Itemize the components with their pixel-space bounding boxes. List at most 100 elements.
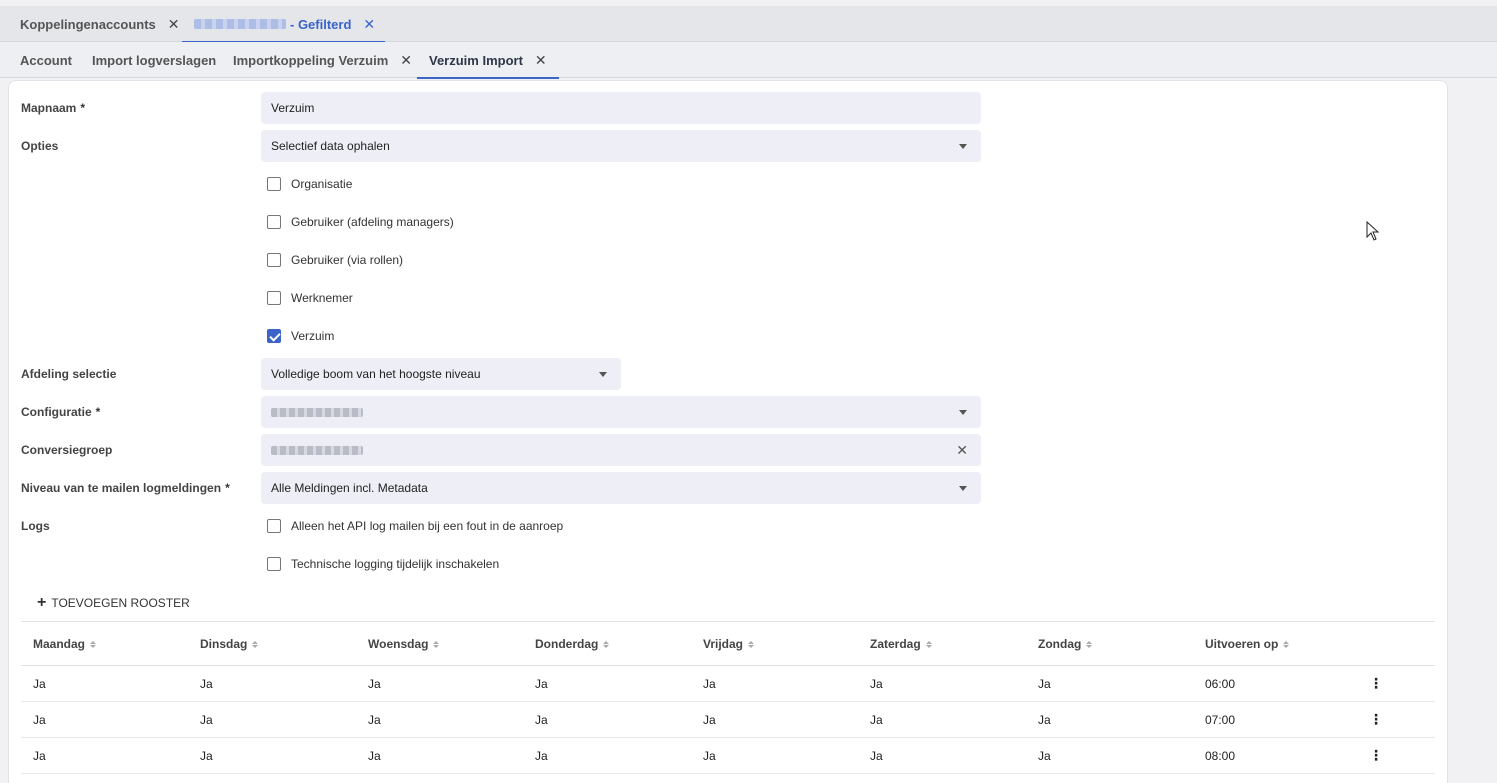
conversiegroep-select[interactable]: ✕	[261, 434, 981, 466]
mapnaam-label: Mapnaam *	[21, 92, 85, 124]
opties-label: Opties	[21, 130, 58, 162]
chevron-down-icon	[959, 410, 967, 415]
checkbox-box[interactable]	[267, 253, 281, 267]
redacted-value	[271, 407, 363, 417]
more-vertical-icon[interactable]: ⋮	[1369, 675, 1383, 691]
header-label: Dinsdag	[200, 636, 248, 651]
configuratie-select[interactable]	[261, 396, 981, 428]
required-marker: *	[95, 405, 101, 419]
close-icon[interactable]: ✕	[363, 16, 375, 33]
label-text: Afdeling selectie	[21, 367, 117, 381]
table-cell: Ja	[356, 665, 523, 702]
required-marker: *	[80, 101, 86, 115]
table-cell: Ja	[1026, 665, 1193, 702]
more-vertical-icon[interactable]: ⋮	[1369, 711, 1383, 727]
redacted-name	[194, 19, 286, 29]
tab-koppelingenaccounts[interactable]: Koppelingenaccounts ✕	[20, 6, 180, 42]
checkbox-box[interactable]	[267, 291, 281, 305]
table-cell: 06:00	[1193, 665, 1369, 702]
mouse-cursor-icon	[1366, 221, 1380, 241]
table-cell: Ja	[523, 737, 691, 774]
table-row[interactable]: Ja Ja Ja Ja Ja Ja Ja 07:00 ⋮	[21, 701, 1435, 738]
header-label: Vrijdag	[703, 636, 744, 651]
tab-label: Verzuim Import	[429, 52, 523, 68]
column-header-actions	[1369, 621, 1435, 666]
table-cell: Ja	[21, 737, 188, 774]
checkbox-verzuim[interactable]: Verzuim	[267, 328, 334, 344]
clear-icon[interactable]: ✕	[956, 442, 968, 459]
add-rooster-button[interactable]: + TOEVOEGEN ROOSTER	[37, 594, 190, 612]
close-icon[interactable]: ✕	[400, 52, 412, 69]
table-cell: Ja	[21, 665, 188, 702]
close-icon[interactable]: ✕	[168, 16, 180, 33]
logs-label: Logs	[21, 510, 50, 542]
conversiegroep-label: Conversiegroep	[21, 434, 112, 466]
table-cell: Ja	[858, 737, 1026, 774]
tab-label: Account	[20, 52, 72, 68]
column-header-dinsdag[interactable]: Dinsdag	[188, 621, 356, 666]
label-text: Conversiegroep	[21, 443, 113, 457]
tab-label: - Gefilterd	[290, 16, 352, 32]
table-row[interactable]: Ja Ja Ja Ja Ja Ja Ja 08:00 ⋮	[21, 737, 1435, 774]
tab-import-logverslagen[interactable]: Import logverslagen	[92, 42, 216, 78]
checkbox-box[interactable]	[267, 557, 281, 571]
redacted-value	[271, 445, 363, 455]
sort-icon	[748, 640, 755, 648]
table-cell: Ja	[1026, 701, 1193, 738]
column-header-maandag[interactable]: Maandag	[21, 621, 188, 666]
tab-label: Import logverslagen	[92, 52, 217, 68]
header-label: Zondag	[1038, 636, 1082, 651]
checkbox-box-checked[interactable]	[267, 329, 281, 343]
top-tab-bar: Koppelingenaccounts ✕ - Gefilterd ✕	[0, 6, 1497, 43]
checkbox-organisatie[interactable]: Organisatie	[267, 176, 352, 192]
column-header-woensdag[interactable]: Woensdag	[356, 621, 523, 666]
column-header-vrijdag[interactable]: Vrijdag	[691, 621, 858, 666]
row-actions: ⋮	[1369, 665, 1435, 702]
tab-label: Importkoppeling Verzuim	[233, 52, 389, 68]
plus-icon: +	[37, 594, 47, 611]
tab-account[interactable]: Account	[20, 42, 72, 78]
tab-gefilterd[interactable]: - Gefilterd ✕	[182, 6, 386, 43]
afdeling-select[interactable]: Volledige boom van het hoogste niveau	[261, 358, 621, 390]
column-header-zondag[interactable]: Zondag	[1026, 621, 1193, 666]
tab-importkoppeling-verzuim[interactable]: Importkoppeling Verzuim ✕	[233, 42, 412, 78]
column-header-donderdag[interactable]: Donderdag	[523, 621, 691, 666]
table-cell: Ja	[356, 737, 523, 774]
table-cell: Ja	[858, 665, 1026, 702]
table-cell: 07:00	[1193, 701, 1369, 738]
select-value: Selectief data ophalen	[271, 139, 390, 153]
checkbox-box[interactable]	[267, 519, 281, 533]
table-cell: Ja	[21, 701, 188, 738]
table-cell: Ja	[1026, 737, 1193, 774]
label-text: Logs	[21, 519, 50, 533]
mapnaam-input[interactable]: Verzuim	[261, 92, 981, 124]
row-actions: ⋮	[1369, 737, 1435, 774]
sort-icon	[1086, 640, 1093, 648]
tab-verzuim-import[interactable]: Verzuim Import ✕	[417, 42, 559, 79]
column-header-zaterdag[interactable]: Zaterdag	[858, 621, 1026, 666]
checkbox-gebruiker-rollen[interactable]: Gebruiker (via rollen)	[267, 252, 403, 268]
table-cell: Ja	[691, 665, 858, 702]
column-header-uitvoeren-op[interactable]: Uitvoeren op	[1193, 621, 1369, 666]
sort-icon	[1283, 640, 1290, 648]
checkbox-box[interactable]	[267, 177, 281, 191]
chevron-down-icon	[959, 144, 967, 149]
checkbox-box[interactable]	[267, 215, 281, 229]
checkbox-label: Gebruiker (afdeling managers)	[291, 215, 454, 229]
table-cell: Ja	[523, 665, 691, 702]
opties-select[interactable]: Selectief data ophalen	[261, 130, 981, 162]
checkbox-api-log[interactable]: Alleen het API log mailen bij een fout i…	[267, 518, 563, 534]
sort-icon	[925, 640, 932, 648]
chevron-down-icon	[959, 486, 967, 491]
more-vertical-icon[interactable]: ⋮	[1369, 747, 1383, 763]
checkbox-werknemer[interactable]: Werknemer	[267, 290, 353, 306]
close-icon[interactable]: ✕	[535, 52, 547, 69]
sort-icon	[433, 640, 440, 648]
niveau-select[interactable]: Alle Meldingen incl. Metadata	[261, 472, 981, 504]
configuratie-label: Configuratie *	[21, 396, 100, 428]
row-actions: ⋮	[1369, 701, 1435, 738]
checkbox-technische-logging[interactable]: Technische logging tijdelijk inschakelen	[267, 556, 499, 572]
checkbox-gebruiker-afdeling[interactable]: Gebruiker (afdeling managers)	[267, 214, 454, 230]
checkbox-label: Organisatie	[291, 177, 353, 191]
table-row[interactable]: Ja Ja Ja Ja Ja Ja Ja 06:00 ⋮	[21, 665, 1435, 702]
